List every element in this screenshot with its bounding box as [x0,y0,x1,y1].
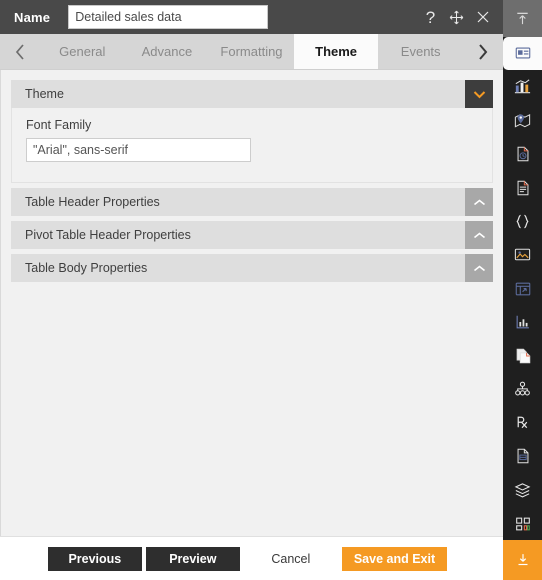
document-lines-icon[interactable] [503,171,542,205]
tab-strip: General Advance Formatting Theme Events [0,34,503,70]
previous-button[interactable]: Previous [47,546,142,571]
cancel-button[interactable]: Cancel [243,546,338,571]
tab-theme[interactable]: Theme [293,34,379,69]
code-braces-icon[interactable] [503,205,542,239]
tab-scroll-right-button[interactable] [463,34,503,69]
panel-table-header-properties-title: Table Header Properties [25,195,160,209]
tab-general[interactable]: General [40,34,125,69]
tab-advance[interactable]: Advance [124,34,210,69]
panel-table-header-properties: Table Header Properties [11,188,493,216]
document-clock-icon[interactable] [503,137,542,171]
tab-list: General Advance Formatting Theme Events [40,34,463,69]
image-icon[interactable] [503,238,542,272]
font-family-label: Font Family [26,118,92,132]
panel-table-header-properties-chevron-up-icon[interactable] [465,188,493,216]
dialog-footer: Previous Preview Cancel Save and Exit [0,536,503,580]
download-icon[interactable] [503,540,542,580]
map-pin-icon[interactable] [503,104,542,138]
panel-table-body-properties-header[interactable]: Table Body Properties [11,254,493,282]
layers-icon[interactable] [503,473,542,507]
name-label: Name [14,9,51,25]
grid-blocks-icon[interactable] [503,507,542,541]
help-icon[interactable]: ? [422,9,439,26]
panel-theme: Theme Font Family [11,80,493,183]
tab-scroll-left-button[interactable] [0,34,40,69]
hierarchy-icon[interactable] [503,373,542,407]
right-toolbar [503,0,542,580]
name-input[interactable] [68,5,269,29]
panel-pivot-table-header-properties-header[interactable]: Pivot Table Header Properties [11,221,493,249]
panel-pivot-table-header-properties: Pivot Table Header Properties [11,221,493,249]
dialog-body: Theme Font Family Table Header Propertie… [0,70,503,536]
preview-button[interactable]: Preview [145,546,240,571]
font-family-input[interactable] [26,138,251,162]
report-properties-dialog: Name ? [0,0,503,580]
titlebar-icon-group: ? [422,9,495,26]
panel-pivot-table-header-properties-title: Pivot Table Header Properties [25,228,191,242]
tab-formatting[interactable]: Formatting [209,34,294,69]
panel-theme-chevron-down-icon[interactable] [465,80,493,108]
dashboard-widget-icon[interactable] [503,272,542,306]
panel-table-body-properties-chevron-up-icon[interactable] [465,254,493,282]
prescription-icon[interactable] [503,406,542,440]
panel-theme-body: Font Family [11,108,493,183]
panel-table-body-properties-title: Table Body Properties [25,261,148,275]
save-and-exit-button[interactable]: Save and Exit [341,546,448,571]
sparkline-icon[interactable] [503,305,542,339]
panel-theme-header[interactable]: Theme [11,80,493,108]
dialog-titlebar: Name ? [0,0,503,34]
bar-chart-icon[interactable] [503,70,542,104]
copy-document-icon[interactable] [503,339,542,373]
document-list-icon[interactable] [503,440,542,474]
dialog-window: Name ? [0,0,542,580]
panel-table-header-properties-header[interactable]: Table Header Properties [11,188,493,216]
panel-pivot-table-header-properties-chevron-up-icon[interactable] [465,221,493,249]
panel-table-body-properties: Table Body Properties [11,254,493,282]
tab-events[interactable]: Events [378,34,463,69]
move-icon[interactable] [448,9,465,26]
collapse-up-icon[interactable] [503,0,542,37]
panel-layout-icon[interactable] [503,36,542,71]
close-icon[interactable] [474,9,491,26]
panel-theme-title: Theme [25,87,64,101]
